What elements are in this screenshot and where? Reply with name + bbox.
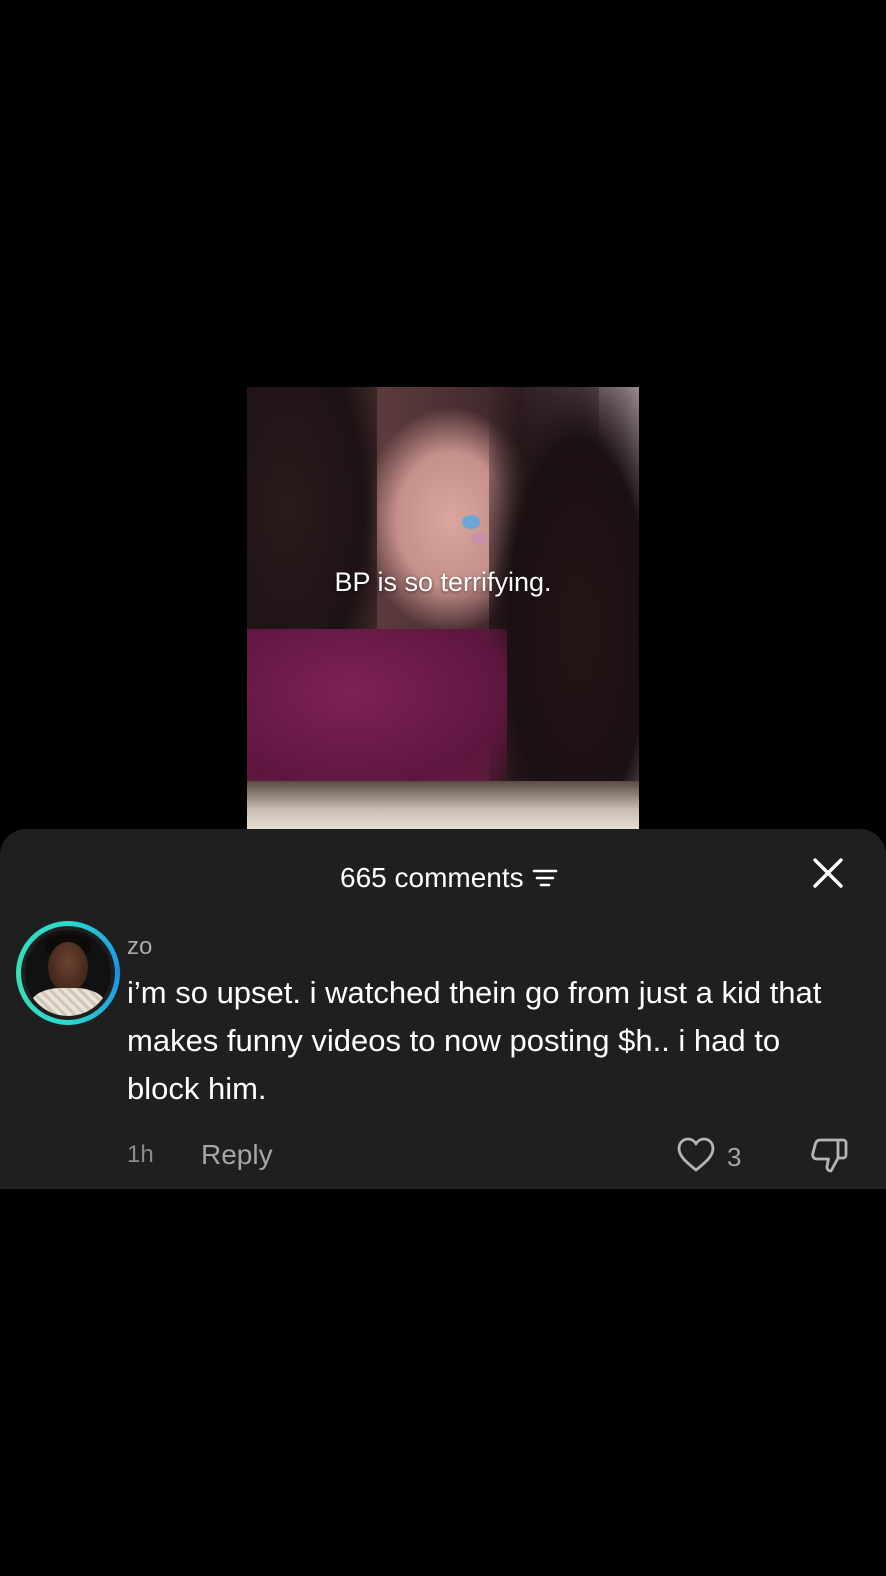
video-shirt <box>247 629 507 789</box>
reply-button[interactable]: Reply <box>201 1139 273 1171</box>
comment-count-sort[interactable]: 665 comments <box>340 853 558 903</box>
heart-icon <box>677 1137 715 1178</box>
video-bed <box>247 781 639 829</box>
comment-text: i’m so upset. i watched thein go from ju… <box>127 975 822 1106</box>
like-count: 3 <box>727 1141 742 1172</box>
video-sticker-pink <box>471 533 487 545</box>
thumbs-down-icon <box>809 1136 849 1179</box>
video-caption: BP is so terrifying. <box>334 567 552 597</box>
sort-lines-icon[interactable] <box>532 865 558 891</box>
comment-username[interactable]: zo <box>127 933 152 961</box>
video-sticker-blue <box>462 515 480 529</box>
like-button[interactable]: 3 <box>677 1137 741 1177</box>
comment-actions: 1h Reply 3 <box>0 1137 886 1177</box>
comments-sheet: 665 comments zo i’m so upset. i watched … <box>0 829 886 1189</box>
dislike-button[interactable] <box>808 1137 850 1177</box>
avatar <box>25 930 111 1016</box>
avatar-story-ring[interactable] <box>16 921 120 1025</box>
comment-timestamp: 1h <box>127 1141 154 1168</box>
close-button[interactable] <box>806 853 850 897</box>
video-thumbnail[interactable]: BP is so terrifying. <box>247 387 639 829</box>
comment-count: 665 comments <box>340 862 524 893</box>
video-hair-right <box>489 387 639 827</box>
close-icon <box>812 857 844 894</box>
comments-header: 665 comments <box>0 853 886 903</box>
